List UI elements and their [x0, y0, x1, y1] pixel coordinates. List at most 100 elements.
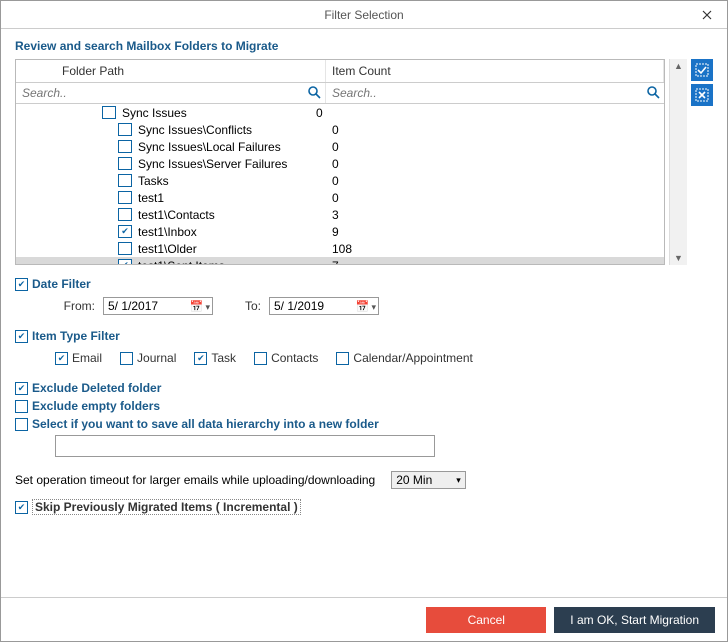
search-item-count-input[interactable]: [326, 83, 664, 103]
item-count-cell: 0: [326, 123, 664, 137]
from-date-picker[interactable]: 5/ 1/2017 📅▾: [103, 297, 213, 315]
folder-path-cell: Sync Issues: [120, 106, 310, 120]
review-label: Review and search Mailbox Folders to Mig…: [15, 39, 713, 53]
checkbox-icon[interactable]: [118, 123, 132, 136]
timeout-label: Set operation timeout for larger emails …: [15, 473, 375, 487]
checkbox-icon[interactable]: [55, 352, 68, 365]
col-item-count[interactable]: Item Count: [326, 60, 664, 82]
item-count-cell: 9: [326, 225, 664, 239]
checkbox-icon[interactable]: [336, 352, 349, 365]
checkbox-icon[interactable]: [118, 259, 132, 264]
calendar-icon: 📅: [190, 301, 204, 313]
item-count-cell: 3: [326, 208, 664, 222]
footer: Cancel I am OK, Start Migration: [1, 597, 727, 641]
checkbox-icon[interactable]: [120, 352, 133, 365]
cancel-button[interactable]: Cancel: [426, 607, 546, 633]
item-count-cell: 0: [326, 191, 664, 205]
col-folder-path[interactable]: Folder Path: [16, 60, 326, 82]
scroll-down-icon[interactable]: ▼: [674, 253, 683, 263]
table-row[interactable]: test1\Contacts3: [16, 206, 664, 223]
table-row[interactable]: Sync Issues\Server Failures0: [16, 155, 664, 172]
deselect-all-icon: [695, 88, 709, 102]
checkbox-icon[interactable]: [15, 330, 28, 343]
select-all-button[interactable]: [691, 59, 713, 81]
item-type-option[interactable]: Calendar/Appointment: [336, 351, 472, 365]
exclude-empty-check[interactable]: Exclude empty folders: [15, 399, 713, 413]
folder-path-cell: test1\Sent Items: [136, 259, 326, 265]
table-row[interactable]: Tasks0: [16, 172, 664, 189]
item-type-option[interactable]: Contacts: [254, 351, 318, 365]
close-button[interactable]: [687, 1, 727, 29]
to-date-picker[interactable]: 5/ 1/2019 📅▾: [269, 297, 379, 315]
deselect-all-button[interactable]: [691, 84, 713, 106]
grid-header: Folder Path Item Count: [16, 60, 664, 83]
checkbox-icon[interactable]: [15, 400, 28, 413]
to-label: To:: [221, 299, 261, 313]
checkbox-icon[interactable]: [118, 225, 132, 238]
table-row[interactable]: test1\Inbox9: [16, 223, 664, 240]
folder-path-cell: Sync Issues\Local Failures: [136, 140, 326, 154]
checkbox-icon[interactable]: [15, 501, 28, 514]
table-row[interactable]: test1\Sent Items7: [16, 257, 664, 264]
item-count-cell: 0: [310, 106, 664, 120]
item-count-cell: 0: [326, 140, 664, 154]
folder-grid: Folder Path Item Count Sync Issues0Sy: [15, 59, 665, 265]
option-label: Email: [72, 351, 102, 365]
item-count-cell: 0: [326, 174, 664, 188]
checkbox-icon[interactable]: [118, 191, 132, 204]
checkbox-icon[interactable]: [118, 208, 132, 221]
checkbox-icon[interactable]: [15, 382, 28, 395]
grid-filter-row: [16, 83, 664, 104]
grid-body: Sync Issues0Sync Issues\Conflicts0Sync I…: [16, 104, 664, 264]
timeout-select[interactable]: 20 Min ▾: [391, 471, 466, 489]
folder-path-cell: test1\Older: [136, 242, 326, 256]
search-icon[interactable]: [646, 85, 660, 102]
table-row[interactable]: test1\Older108: [16, 240, 664, 257]
table-row[interactable]: Sync Issues\Local Failures0: [16, 138, 664, 155]
date-filter-check[interactable]: Date Filter: [15, 277, 713, 291]
folder-path-cell: Sync Issues\Server Failures: [136, 157, 326, 171]
option-label: Journal: [137, 351, 176, 365]
checkbox-icon[interactable]: [118, 242, 132, 255]
item-count-cell: 0: [326, 157, 664, 171]
folder-path-cell: test1: [136, 191, 326, 205]
table-row[interactable]: test10: [16, 189, 664, 206]
save-folder-input[interactable]: [55, 435, 435, 457]
item-type-filter-check[interactable]: Item Type Filter: [15, 329, 713, 343]
checkbox-icon[interactable]: [118, 157, 132, 170]
checkbox-icon[interactable]: [15, 278, 28, 291]
folder-path-cell: test1\Inbox: [136, 225, 326, 239]
checkbox-icon[interactable]: [15, 418, 28, 431]
option-label: Calendar/Appointment: [353, 351, 472, 365]
option-label: Task: [211, 351, 236, 365]
checkbox-icon[interactable]: [118, 174, 132, 187]
folder-path-cell: test1\Contacts: [136, 208, 326, 222]
table-row[interactable]: Sync Issues0: [16, 104, 664, 121]
skip-migrated-check[interactable]: Skip Previously Migrated Items ( Increme…: [15, 499, 713, 515]
start-migration-button[interactable]: I am OK, Start Migration: [554, 607, 715, 633]
row-indicator-icon: [16, 259, 32, 265]
checkbox-icon[interactable]: [254, 352, 267, 365]
checkbox-icon[interactable]: [118, 140, 132, 153]
table-row[interactable]: Sync Issues\Conflicts0: [16, 121, 664, 138]
select-all-icon: [695, 63, 709, 77]
checkbox-icon[interactable]: [194, 352, 207, 365]
item-count-cell: 7: [326, 259, 664, 265]
exclude-deleted-check[interactable]: Exclude Deleted folder: [15, 381, 713, 395]
checkbox-icon[interactable]: [102, 106, 116, 119]
window-title: Filter Selection: [324, 8, 403, 22]
chevron-down-icon: ▾: [205, 302, 210, 312]
folder-path-cell: Tasks: [136, 174, 326, 188]
option-label: Contacts: [271, 351, 318, 365]
item-type-option[interactable]: Email: [55, 351, 102, 365]
scroll-up-icon[interactable]: ▲: [674, 61, 683, 71]
scrollbar[interactable]: ▲ ▼: [669, 59, 687, 265]
folder-path-cell: Sync Issues\Conflicts: [136, 123, 326, 137]
search-folder-path-input[interactable]: [16, 83, 325, 103]
item-type-option[interactable]: Journal: [120, 351, 176, 365]
item-type-option[interactable]: Task: [194, 351, 236, 365]
save-hierarchy-check[interactable]: Select if you want to save all data hier…: [15, 417, 713, 431]
calendar-icon: 📅: [356, 301, 370, 313]
close-icon: [702, 10, 712, 20]
search-icon[interactable]: [307, 85, 321, 102]
